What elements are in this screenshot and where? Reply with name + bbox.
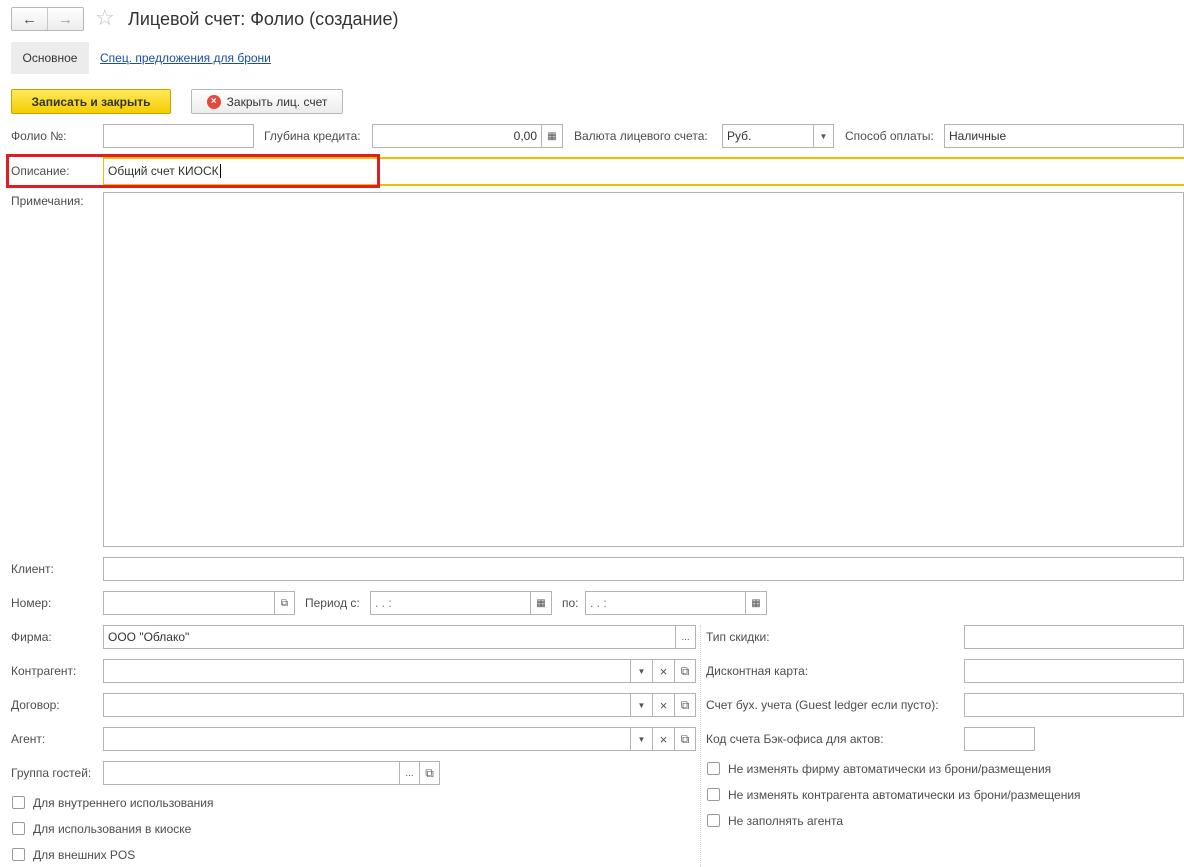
ledger-account-input[interactable] [964, 693, 1184, 717]
no-change-firm-label: Не изменять фирму автоматически из брони… [728, 762, 1052, 776]
client-input[interactable] [103, 557, 1184, 581]
currency-label: Валюта лицевого счета: [574, 129, 708, 143]
no-fill-agent-checkbox[interactable] [707, 814, 720, 827]
highlight-box [6, 154, 380, 188]
close-folio-button[interactable]: × Закрыть лиц. счет [191, 89, 343, 114]
credit-depth-input[interactable]: 0,00 [372, 124, 542, 148]
currency-select[interactable]: Руб. [722, 124, 814, 148]
backoffice-code-input[interactable] [964, 727, 1035, 751]
tab-main[interactable]: Основное [11, 42, 89, 74]
calendar-icon[interactable]: ▦ [745, 591, 767, 615]
guest-group-input[interactable] [103, 761, 400, 785]
kiosk-use-label: Для использования в киоске [33, 822, 192, 836]
document-select-icon[interactable]: ⧉ [274, 591, 295, 615]
column-divider [700, 625, 701, 867]
guest-group-label: Группа гостей: [11, 766, 92, 780]
backoffice-code-label: Код счета Бэк-офиса для актов: [706, 732, 884, 746]
period-from-input[interactable]: . . : [370, 591, 531, 615]
payment-method-label: Способ оплаты: [845, 129, 934, 143]
no-change-counterparty-checkbox[interactable] [707, 788, 720, 801]
favorite-star-icon[interactable]: ☆ [95, 6, 115, 30]
number-label: Номер: [11, 596, 52, 610]
external-pos-label: Для внешних POS [33, 848, 136, 862]
ledger-account-label: Счет бух. учета (Guest ledger если пусто… [706, 698, 939, 712]
contract-input[interactable] [103, 693, 631, 717]
firm-input[interactable]: ООО "Облако" [103, 625, 676, 649]
folio-number-label: Фолио №: [11, 129, 67, 143]
client-label: Клиент: [11, 562, 54, 576]
contract-label: Договор: [11, 698, 60, 712]
discount-card-input[interactable] [964, 659, 1184, 683]
open-icon[interactable]: ⧉ [674, 693, 696, 717]
discount-type-label: Тип скидки: [706, 630, 770, 644]
internal-use-label: Для внутреннего использования [33, 796, 214, 810]
external-pos-checkbox[interactable] [12, 848, 25, 861]
chevron-down-icon[interactable]: ▼ [630, 693, 653, 717]
discount-type-input[interactable] [964, 625, 1184, 649]
open-icon[interactable]: ⧉ [674, 659, 696, 683]
currency-dropdown-icon[interactable]: ▼ [813, 124, 834, 148]
open-icon[interactable]: ⧉ [419, 761, 440, 785]
chevron-down-icon[interactable]: ▼ [630, 659, 653, 683]
counterparty-label: Контрагент: [11, 664, 77, 678]
period-from-label: Период с: [305, 596, 360, 610]
tab-special-offers[interactable]: Спец. предложения для брони [100, 51, 271, 65]
no-change-firm-checkbox[interactable] [707, 762, 720, 775]
payment-method-input[interactable]: Наличные [944, 124, 1184, 148]
firm-select-button[interactable]: ... [675, 625, 696, 649]
kiosk-use-checkbox[interactable] [12, 822, 25, 835]
firm-label: Фирма: [11, 630, 52, 644]
clear-icon[interactable]: × [652, 659, 675, 683]
agent-label: Агент: [11, 732, 46, 746]
discount-card-label: Дисконтная карта: [706, 664, 809, 678]
number-input[interactable] [103, 591, 275, 615]
guest-group-select-button[interactable]: ... [399, 761, 420, 785]
folio-number-input[interactable] [103, 124, 254, 148]
open-icon[interactable]: ⧉ [674, 727, 696, 751]
agent-input[interactable] [103, 727, 631, 751]
calendar-icon[interactable]: ▦ [530, 591, 552, 615]
nav-buttons: ← → [11, 7, 84, 31]
save-and-close-button[interactable]: Записать и закрыть [11, 89, 171, 114]
counterparty-input[interactable] [103, 659, 631, 683]
no-fill-agent-label: Не заполнять агента [728, 814, 844, 828]
internal-use-checkbox[interactable] [12, 796, 25, 809]
notes-label: Примечания: [11, 194, 84, 208]
calculator-icon[interactable]: ▦ [541, 124, 563, 148]
forward-arrow-icon[interactable]: → [47, 8, 83, 30]
notes-textarea[interactable] [103, 192, 1184, 547]
credit-depth-label: Глубина кредита: [264, 129, 361, 143]
back-arrow-icon[interactable]: ← [12, 8, 47, 30]
clear-icon[interactable]: × [652, 693, 675, 717]
clear-icon[interactable]: × [652, 727, 675, 751]
close-folio-label: Закрыть лиц. счет [226, 94, 328, 109]
period-to-input[interactable]: . . : [585, 591, 746, 615]
no-change-counterparty-label: Не изменять контрагента автоматически из… [728, 788, 1081, 802]
page-title: Лицевой счет: Фолио (создание) [128, 9, 399, 29]
close-icon: × [206, 94, 221, 109]
chevron-down-icon[interactable]: ▼ [630, 727, 653, 751]
period-to-label: по: [562, 596, 579, 610]
